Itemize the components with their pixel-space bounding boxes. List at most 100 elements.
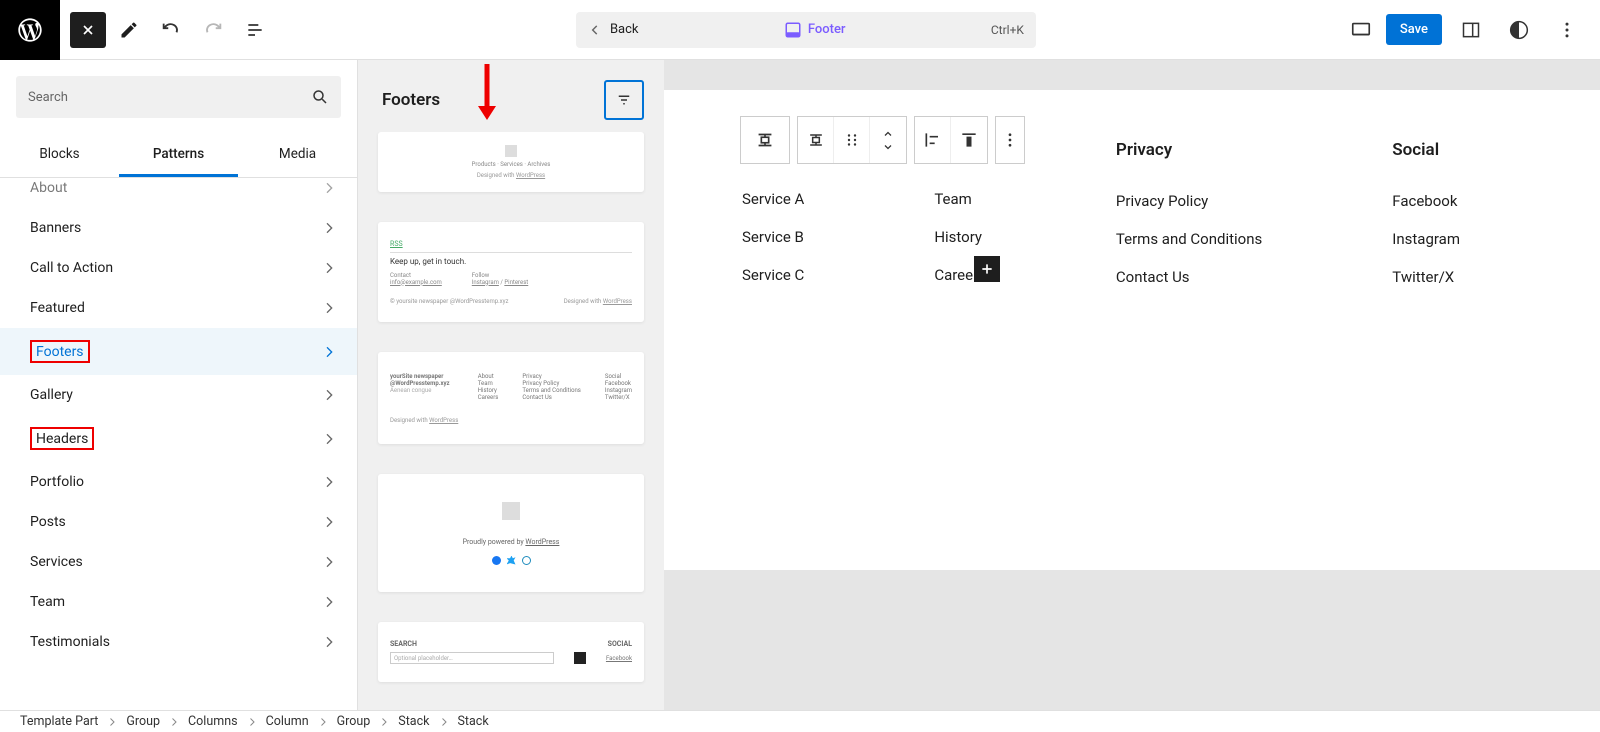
chevron-right-icon	[246, 716, 258, 728]
chevron-right-icon	[321, 344, 337, 360]
chevron-left-icon	[588, 23, 602, 37]
category-team[interactable]: Team	[0, 582, 357, 622]
category-testimonials[interactable]: Testimonials	[0, 622, 357, 662]
footer-link[interactable]: Service B	[742, 228, 804, 246]
category-banners[interactable]: Banners	[0, 208, 357, 248]
category-label: Call to Action	[30, 260, 113, 276]
category-label: About	[30, 180, 67, 196]
chevron-right-icon	[321, 220, 337, 236]
close-panel-button[interactable]	[70, 12, 106, 48]
wordpress-logo[interactable]	[0, 0, 60, 60]
category-call-to-action[interactable]: Call to Action	[0, 248, 357, 288]
add-block-button[interactable]	[974, 256, 1000, 282]
category-about[interactable]: About	[0, 178, 357, 208]
search-input[interactable]: Search	[16, 76, 341, 118]
footer-link[interactable]: Twitter/X	[1392, 268, 1454, 286]
footer-heading[interactable]: Social	[1392, 140, 1460, 160]
view-button[interactable]	[1342, 11, 1380, 49]
category-posts[interactable]: Posts	[0, 502, 357, 542]
block-toolbar	[740, 116, 1025, 164]
category-featured[interactable]: Featured	[0, 288, 357, 328]
chevron-right-icon	[378, 716, 390, 728]
category-services[interactable]: Services	[0, 542, 357, 582]
category-label: Testimonials	[30, 634, 110, 650]
chevron-right-icon	[321, 387, 337, 403]
category-gallery[interactable]: Gallery	[0, 375, 357, 415]
align-button[interactable]	[915, 117, 951, 163]
chevron-right-icon	[321, 634, 337, 650]
drag-handle[interactable]	[834, 117, 870, 163]
back-label[interactable]: Back	[610, 22, 639, 37]
footer-link[interactable]: Service C	[742, 266, 804, 284]
transform-button[interactable]	[798, 117, 834, 163]
list-view-button[interactable]	[236, 11, 274, 49]
breadcrumb-item[interactable]: Stack	[458, 714, 489, 729]
options-button[interactable]	[1548, 11, 1586, 49]
undo-button[interactable]	[152, 11, 190, 49]
pattern-thumb[interactable]: Products · Services · Archives Designed …	[378, 132, 644, 192]
chevron-right-icon	[321, 180, 337, 196]
pattern-panel-title: Footers	[382, 90, 440, 110]
chevron-right-icon	[321, 514, 337, 530]
chevron-right-icon	[321, 474, 337, 490]
tab-blocks[interactable]: Blocks	[0, 134, 119, 177]
pattern-thumb[interactable]: SEARCHSOCIAL Optional placeholder… Faceb…	[378, 622, 644, 682]
category-footers[interactable]: Footers	[0, 328, 357, 375]
breadcrumb-item[interactable]: Group	[126, 714, 160, 729]
breadcrumb-item[interactable]: Group	[337, 714, 371, 729]
category-label: Headers	[30, 427, 94, 450]
category-label: Portfolio	[30, 474, 84, 490]
footer-link[interactable]: Service A	[742, 190, 804, 208]
tab-patterns[interactable]: Patterns	[119, 134, 238, 177]
category-label: Featured	[30, 300, 85, 316]
footer-link[interactable]: Team	[934, 190, 972, 208]
chevron-right-icon	[168, 716, 180, 728]
save-button[interactable]: Save	[1386, 14, 1442, 45]
command-shortcut: Ctrl+K	[991, 23, 1024, 37]
footer-column[interactable]: Privacy Privacy Policy Terms and Condition…	[1116, 140, 1262, 286]
breadcrumb-item[interactable]: Column	[266, 714, 309, 729]
category-label: Gallery	[30, 387, 73, 403]
breadcrumb-item[interactable]: Stack	[398, 714, 429, 729]
footer-link[interactable]: Contact Us	[1116, 268, 1190, 286]
move-buttons[interactable]	[870, 117, 906, 163]
chevron-right-icon	[321, 260, 337, 276]
footer-link[interactable]: Terms and Conditions	[1116, 230, 1262, 248]
chevron-right-icon	[321, 431, 337, 447]
pattern-filter-button[interactable]	[604, 80, 644, 120]
document-title: Footer	[808, 22, 846, 37]
category-label: Banners	[30, 220, 81, 236]
vertical-align-button[interactable]	[951, 117, 987, 163]
category-label: Services	[30, 554, 83, 570]
search-placeholder: Search	[28, 90, 68, 105]
category-headers[interactable]: Headers	[0, 415, 357, 462]
search-icon	[311, 88, 329, 106]
chevron-right-icon	[321, 554, 337, 570]
pattern-thumb[interactable]: RSS Keep up, get in touch. Contactinfo@e…	[378, 222, 644, 322]
chevron-right-icon	[438, 716, 450, 728]
edit-tool[interactable]	[110, 11, 148, 49]
category-label: Footers	[30, 340, 90, 363]
tab-media[interactable]: Media	[238, 134, 357, 177]
block-options-button[interactable]	[996, 117, 1024, 163]
footer-link[interactable]: Privacy Policy	[1116, 192, 1208, 210]
block-type-button[interactable]	[741, 117, 789, 163]
styles-button[interactable]	[1500, 11, 1538, 49]
pattern-thumb[interactable]: yourSite newspaper @WordPresstemp.xyzAen…	[378, 352, 644, 444]
footer-column[interactable]: Social Facebook Instagram Twitter/X	[1392, 140, 1460, 286]
breadcrumb-item[interactable]: Template Part	[20, 714, 98, 729]
category-label: Posts	[30, 514, 66, 530]
breadcrumb-item[interactable]: Columns	[188, 714, 238, 729]
block-breadcrumb: Template Part Group Columns Column Group Stac…	[0, 710, 1600, 732]
footer-link[interactable]: History	[934, 228, 982, 246]
pattern-thumb[interactable]: Proudly powered by WordPress	[378, 474, 644, 592]
redo-button[interactable]	[194, 11, 232, 49]
footer-link[interactable]: Instagram	[1392, 230, 1460, 248]
category-portfolio[interactable]: Portfolio	[0, 462, 357, 502]
footer-heading[interactable]: Privacy	[1116, 140, 1262, 160]
document-bar[interactable]: Back Footer Ctrl+K	[576, 12, 1036, 48]
footer-link[interactable]: Facebook	[1392, 192, 1457, 210]
settings-sidebar-button[interactable]	[1452, 11, 1490, 49]
chevron-right-icon	[321, 594, 337, 610]
chevron-right-icon	[321, 300, 337, 316]
